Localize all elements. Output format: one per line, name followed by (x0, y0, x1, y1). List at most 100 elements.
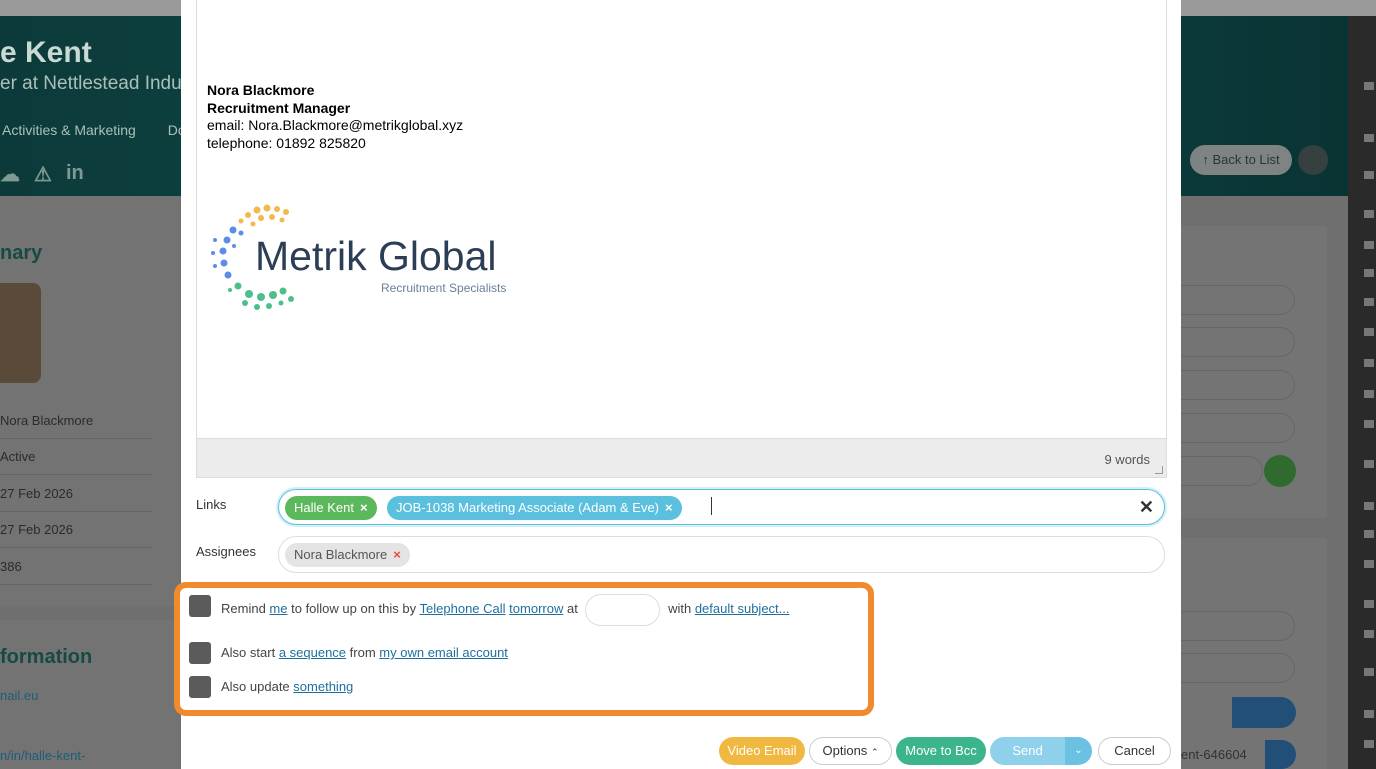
stack-icon[interactable] (1364, 668, 1374, 676)
remind-text: with (668, 601, 692, 616)
summary-row: Nora Blackmore (0, 402, 152, 439)
panel-icon[interactable] (1364, 82, 1374, 90)
clock-icon[interactable] (1364, 630, 1374, 638)
tab-activities[interactable]: Activities & Marketing (2, 122, 136, 138)
avatar (0, 283, 41, 383)
link-icon[interactable] (1364, 740, 1374, 748)
remove-tag-icon[interactable]: × (393, 547, 401, 562)
remind-method-link[interactable]: Telephone Call (420, 601, 506, 616)
resize-handle-icon[interactable] (1155, 466, 1163, 474)
user-icon[interactable] (1364, 530, 1374, 538)
link-tag-label: JOB-1038 Marketing Associate (Adam & Eve… (396, 500, 660, 515)
trash-icon[interactable] (1364, 171, 1374, 179)
update-something-link[interactable]: something (293, 679, 353, 694)
remind-checkbox[interactable] (189, 595, 211, 617)
summary-panel: nary Nora Blackmore Active 27 Feb 2026 2… (0, 196, 180, 606)
alert-icon[interactable]: ⚠ (34, 162, 52, 187)
toggle-panel-button[interactable] (1298, 145, 1328, 175)
sequence-option: Also start a sequence from my own email … (221, 645, 508, 661)
email-signature: Nora Blackmore Recruitment Manager email… (207, 82, 463, 152)
update-checkbox[interactable] (189, 676, 211, 698)
chat-icon[interactable] (1364, 298, 1374, 306)
assignees-label: Assignees (196, 544, 256, 559)
options-button[interactable]: Options ⌃ (809, 737, 892, 765)
sequence-link[interactable]: a sequence (279, 645, 346, 660)
assignees-input[interactable]: Nora Blackmore × (278, 536, 1165, 573)
mobile-icon[interactable] (1364, 328, 1374, 336)
remind-who-link[interactable]: me (269, 601, 287, 616)
clear-links-icon[interactable]: ✕ (1139, 497, 1154, 518)
options-label: Options (822, 743, 868, 758)
email-account-link[interactable]: my own email account (379, 645, 508, 660)
chevron-up-icon: ⌃ (870, 747, 879, 757)
right-field[interactable] (1181, 285, 1295, 315)
linkedin-icon[interactable]: in (66, 162, 84, 187)
information-title: formation (0, 646, 93, 668)
right-field[interactable] (1181, 327, 1295, 357)
summary-row: 386 (0, 548, 152, 585)
send-button[interactable]: Send (990, 737, 1065, 765)
remind-text: Remind (221, 601, 266, 616)
summary-row: Active (0, 438, 152, 475)
links-label: Links (196, 497, 227, 512)
right-field[interactable] (1181, 653, 1295, 683)
note-icon[interactable] (1364, 390, 1374, 398)
right-field-text: ent-646604 (1181, 747, 1247, 762)
clock-icon[interactable] (1364, 600, 1374, 608)
briefcase-icon[interactable] (1364, 420, 1374, 428)
add-button[interactable] (1264, 455, 1296, 487)
update-text: Also update (221, 679, 290, 694)
info-linkedin[interactable]: n/in/halle-kent- (0, 748, 85, 763)
assignee-tag: Nora Blackmore × (285, 543, 410, 567)
remove-tag-icon[interactable]: × (665, 500, 673, 515)
phone-button[interactable] (1232, 697, 1296, 728)
remove-tag-icon[interactable]: × (360, 500, 368, 515)
send-options-chevron-icon[interactable]: ⌄ (1065, 737, 1092, 765)
company-logo: Metrik Global Recruitment Specialists (205, 200, 525, 315)
logo-dots-icon: Metrik Global Recruitment Specialists (211, 204, 506, 310)
right-select[interactable] (1181, 413, 1295, 443)
check-icon[interactable] (1364, 502, 1374, 510)
social-icons: ☁ ⚠ in (0, 162, 84, 187)
whatsapp-icon[interactable] (1364, 359, 1374, 367)
assignee-tag-label: Nora Blackmore (294, 547, 388, 562)
mail-icon[interactable] (1364, 134, 1374, 142)
word-count: 9 words (1104, 452, 1150, 467)
mail-icon[interactable] (1364, 241, 1374, 249)
summary-row: 27 Feb 2026 (0, 475, 152, 512)
email-compose-modal: Nora Blackmore Recruitment Manager email… (174, 0, 1181, 769)
save-button[interactable] (1265, 740, 1296, 769)
sequence-checkbox[interactable] (189, 642, 211, 664)
video-email-button[interactable]: Video Email (719, 737, 805, 765)
right-field[interactable] (1181, 611, 1295, 641)
document-icon[interactable] (1364, 269, 1374, 277)
contact-name: e Kent (0, 36, 92, 69)
card-icon[interactable] (1364, 710, 1374, 718)
contact-role: er at Nettlestead Indus (0, 73, 192, 94)
signature-email: email: Nora.Blackmore@metrikglobal.xyz (207, 117, 464, 133)
edit-icon[interactable] (1364, 460, 1374, 468)
back-to-list-button[interactable]: ↑ Back to List (1190, 145, 1292, 175)
logo-wordmark: Metrik Global (255, 233, 497, 279)
text-cursor (711, 497, 712, 515)
back-to-list-label: Back to List (1212, 152, 1280, 167)
email-body-editor[interactable]: Nora Blackmore Recruitment Manager email… (196, 0, 1167, 478)
summary-row: 27 Feb 2026 (0, 511, 152, 548)
mail-icon[interactable] (1364, 210, 1374, 218)
gear-icon[interactable] (1364, 560, 1374, 568)
right-select[interactable] (1181, 456, 1263, 486)
right-select[interactable] (1181, 370, 1295, 400)
remind-when-link[interactable]: tomorrow (509, 601, 563, 616)
cloud-icon[interactable]: ☁ (0, 162, 20, 187)
remind-subject-link[interactable]: default subject... (695, 601, 790, 616)
cancel-button[interactable]: Cancel (1098, 737, 1171, 765)
editor-status-bar: 9 words (197, 438, 1166, 477)
sequence-text: from (349, 645, 376, 660)
move-to-bcc-button[interactable]: Move to Bcc (896, 737, 986, 765)
right-rail (1348, 16, 1376, 769)
link-tag: JOB-1038 Marketing Associate (Adam & Eve… (387, 496, 682, 520)
links-input[interactable]: Halle Kent × JOB-1038 Marketing Associate… (278, 489, 1165, 525)
remind-text: to follow up on this by (291, 601, 417, 616)
remind-time-input[interactable] (585, 593, 661, 626)
info-email[interactable]: nail.eu (0, 688, 38, 703)
